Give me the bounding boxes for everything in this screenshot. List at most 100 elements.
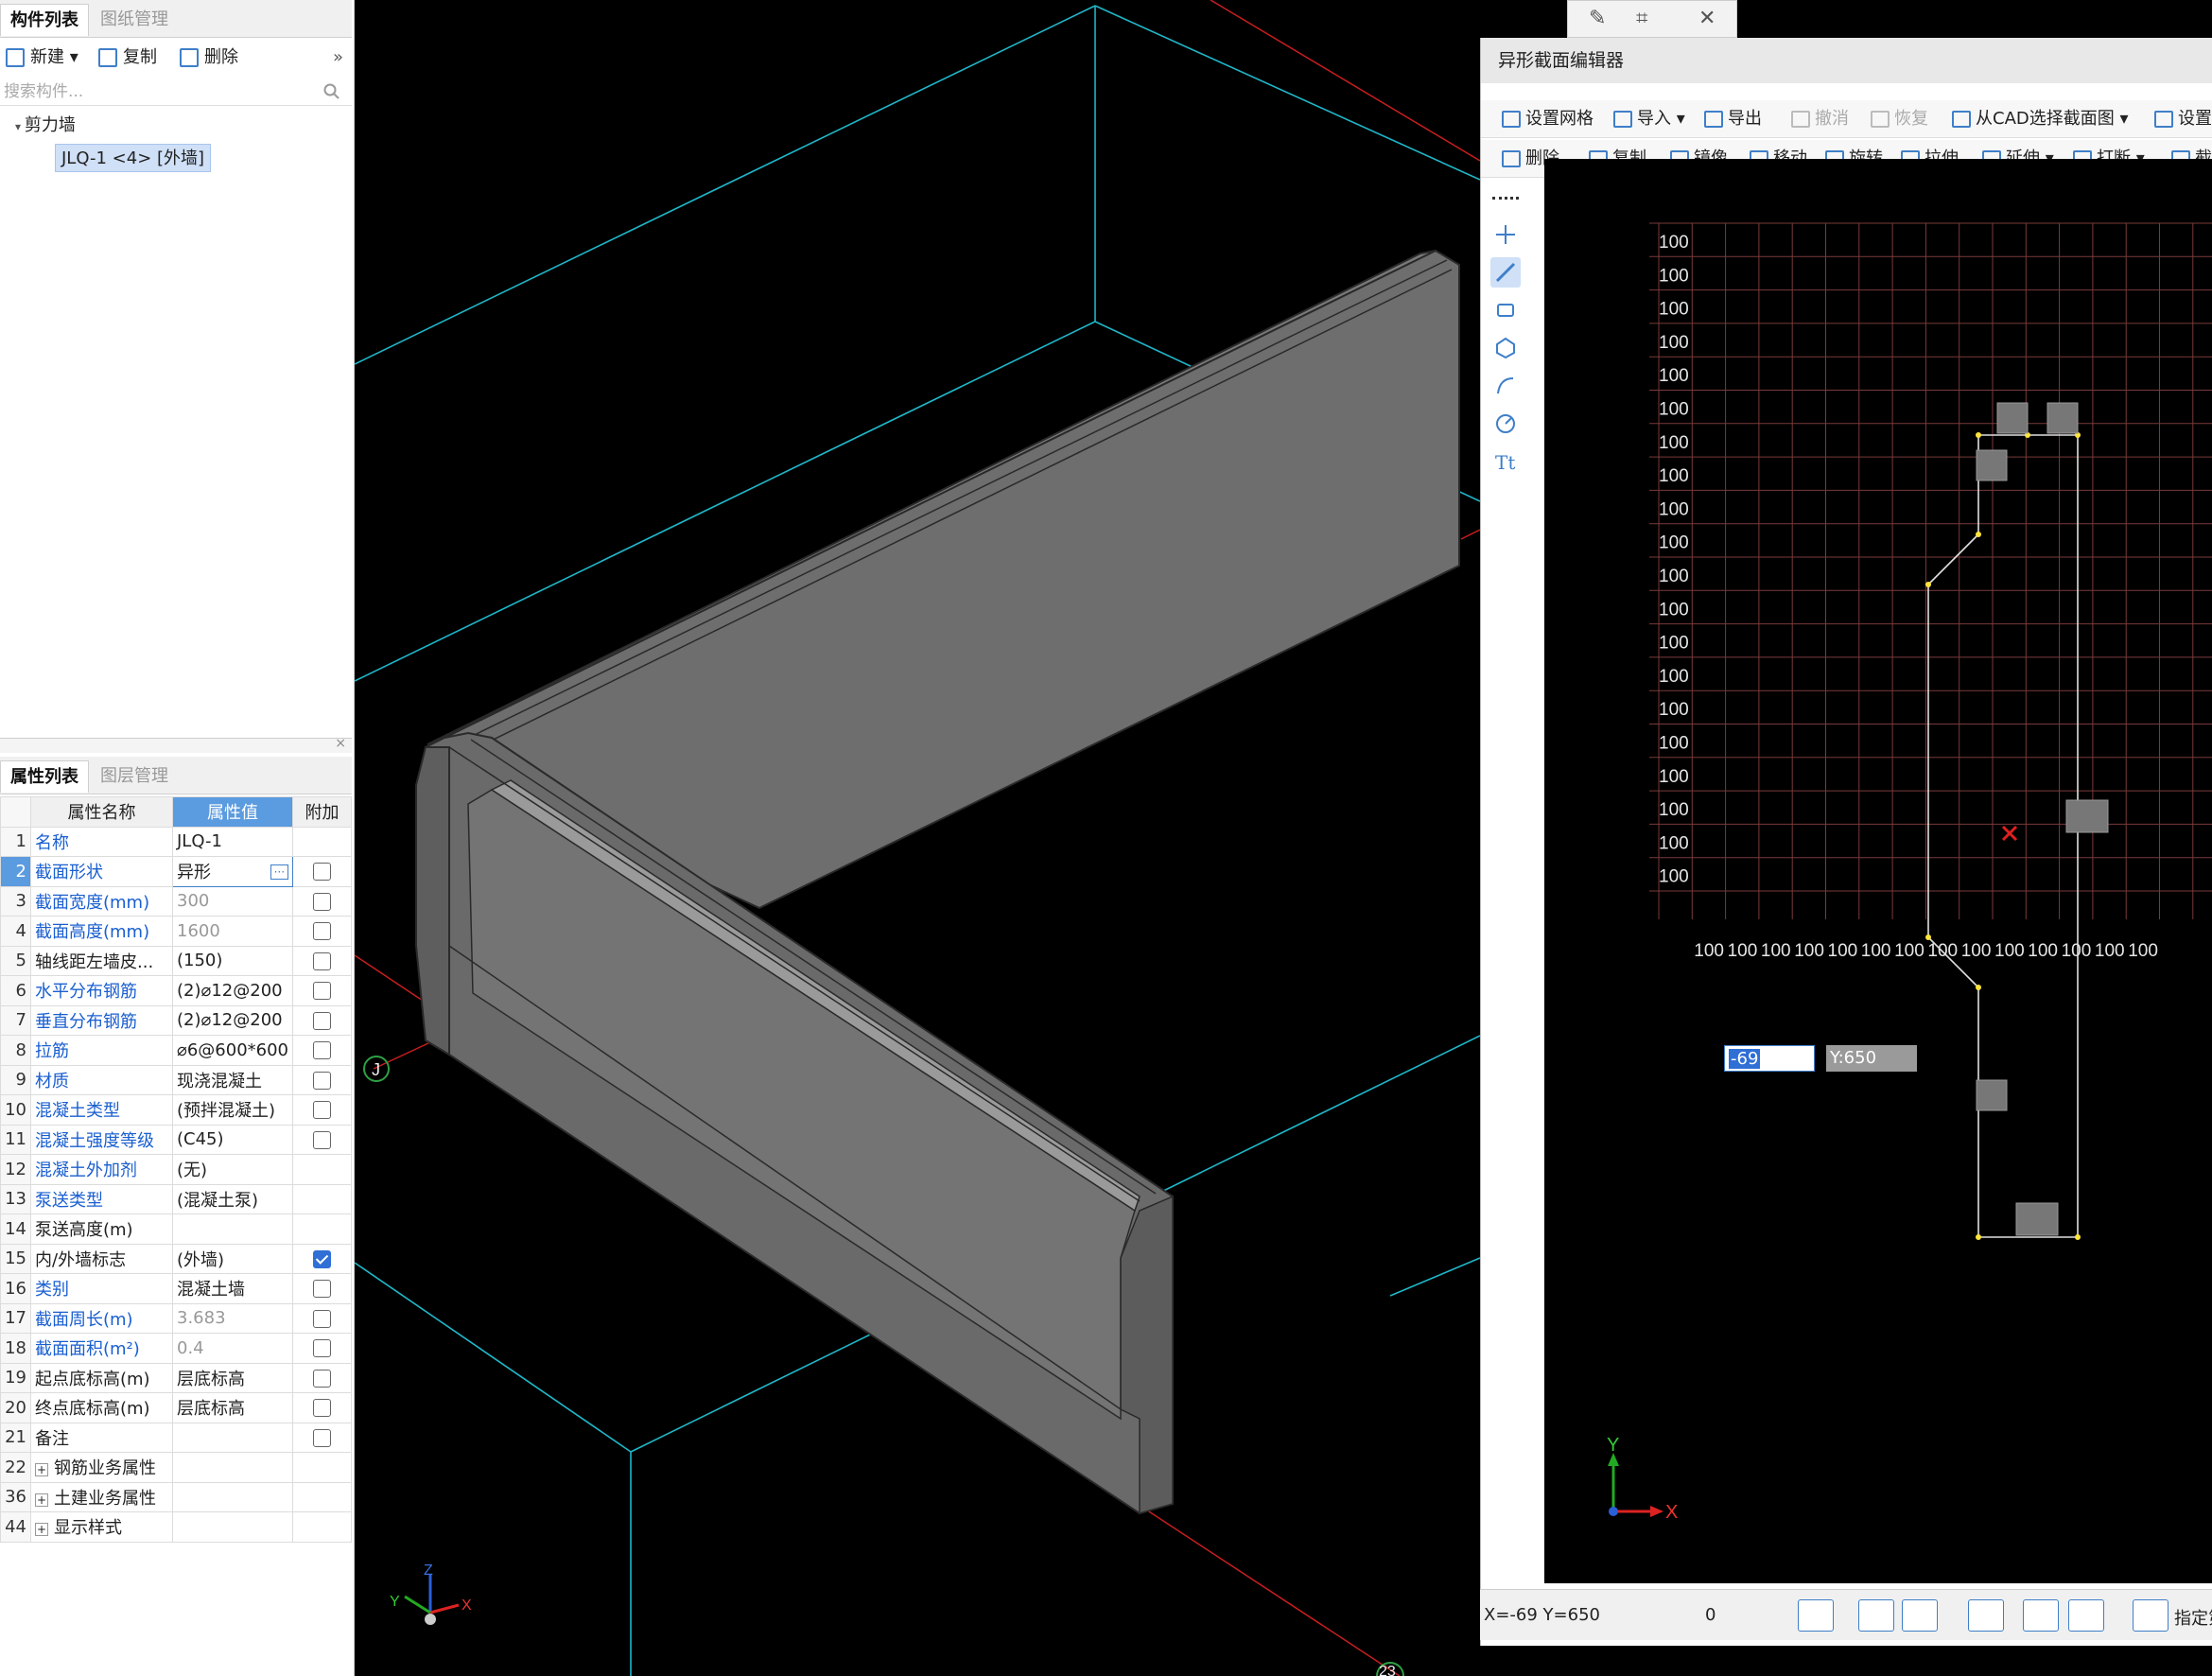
point-tool-icon[interactable] <box>1490 219 1521 250</box>
checkbox[interactable] <box>313 863 332 882</box>
close-icon[interactable]: × <box>335 736 346 751</box>
checkbox[interactable] <box>313 1011 332 1030</box>
property-attach[interactable] <box>292 1362 353 1393</box>
snap-toggle-icon[interactable] <box>1902 1599 1938 1632</box>
ellipsis-button[interactable]: ··· <box>270 864 289 881</box>
checkbox[interactable] <box>313 1280 332 1299</box>
checkbox[interactable] <box>313 1428 332 1447</box>
arc-tool-icon[interactable] <box>1490 371 1521 401</box>
checkbox[interactable] <box>313 951 332 970</box>
property-row[interactable]: 12 混凝土外加剂 (无) <box>0 1154 353 1185</box>
property-value[interactable]: (混凝土泵) <box>171 1183 294 1214</box>
property-row[interactable]: 6 水平分布钢筋 (2)⌀12@200 <box>0 975 353 1006</box>
tab-component-list[interactable]: 构件列表 <box>0 4 89 36</box>
property-row[interactable]: 14 泵送高度(m) <box>0 1213 353 1245</box>
property-attach[interactable] <box>292 1422 353 1453</box>
tab-property-list[interactable]: 属性列表 <box>0 760 89 793</box>
property-row[interactable]: 15 内/外墙标志 (外墙) <box>0 1243 353 1274</box>
checkbox[interactable] <box>313 1041 332 1060</box>
property-row[interactable]: 22 + 钢筋业务属性 <box>0 1452 353 1483</box>
search-icon[interactable] <box>323 83 340 100</box>
checkbox[interactable] <box>313 892 332 911</box>
property-row[interactable]: 20 终点底标高(m) 层底标高 <box>0 1392 353 1423</box>
property-attach[interactable] <box>292 1243 353 1274</box>
property-value[interactable]: (预拌混凝土) <box>171 1094 294 1126</box>
property-row[interactable]: 16 类别 混凝土墙 <box>0 1273 353 1304</box>
property-attach[interactable] <box>292 1064 353 1095</box>
property-value[interactable] <box>171 1422 294 1453</box>
object-snap-icon[interactable] <box>2023 1599 2059 1632</box>
property-row[interactable]: 44 + 显示样式 <box>0 1511 353 1543</box>
property-row[interactable]: 17 截面周长(m) 3.683 <box>0 1302 353 1334</box>
checkbox[interactable] <box>313 982 332 1001</box>
property-value[interactable]: 1600 <box>171 916 294 947</box>
property-value[interactable]: 现浇混凝土 <box>171 1064 294 1095</box>
property-row[interactable]: 7 垂直分布钢筋 (2)⌀12@200 <box>0 1004 353 1036</box>
property-attach[interactable] <box>292 975 353 1006</box>
property-value[interactable] <box>171 1213 294 1245</box>
property-row[interactable]: 21 备注 <box>0 1422 353 1453</box>
property-attach[interactable] <box>292 1094 353 1126</box>
property-value[interactable]: (无) <box>171 1154 294 1185</box>
checkbox[interactable] <box>313 1399 332 1418</box>
checkbox[interactable] <box>313 1339 332 1358</box>
hint-bulb-icon[interactable] <box>2133 1599 2168 1632</box>
copy-button[interactable]: 复制 <box>98 42 157 74</box>
tree-item-jlq-1[interactable]: JLQ-1 <4> [外墙] <box>55 144 212 172</box>
property-row[interactable]: 18 截面面积(m²) 0.4 <box>0 1333 353 1364</box>
checkbox[interactable] <box>313 922 332 941</box>
property-attach[interactable] <box>292 1273 353 1304</box>
set-grid-button[interactable]: 设置网格 <box>1502 100 1594 138</box>
text-tool-icon[interactable]: Tt <box>1490 446 1521 477</box>
property-value[interactable] <box>171 1481 294 1512</box>
more-button[interactable]: » <box>333 42 343 74</box>
tab-layer-management[interactable]: 图层管理 <box>91 760 178 793</box>
property-row[interactable]: 36 + 土建业务属性 <box>0 1481 353 1512</box>
property-row[interactable]: 10 混凝土类型 (预拌混凝土) <box>0 1094 353 1126</box>
tree-category[interactable]: ▾ 剪力墙 <box>15 112 76 136</box>
delete-button[interactable]: 删除 <box>180 42 238 74</box>
section-canvas[interactable]: 1001001001001001001001001001001001001001… <box>1544 159 2212 1583</box>
edit-icon[interactable]: ✎ <box>1589 7 1606 30</box>
checkbox-checked[interactable] <box>313 1249 332 1268</box>
property-value[interactable]: ⌀6@600*600 <box>171 1035 294 1066</box>
expand-icon[interactable]: + <box>35 1523 48 1537</box>
checkbox[interactable] <box>313 1101 332 1120</box>
grid-toggle-icon[interactable] <box>1798 1599 1834 1632</box>
property-row[interactable]: 8 拉筋 ⌀6@600*600 <box>0 1035 353 1066</box>
checkbox[interactable] <box>313 1130 332 1149</box>
property-attach[interactable] <box>292 1124 353 1155</box>
import-button[interactable]: 导入 ▾ <box>1613 100 1685 138</box>
property-value[interactable]: (2)⌀12@200 <box>171 1004 294 1036</box>
property-row[interactable]: 4 截面高度(mm) 1600 <box>0 916 353 947</box>
checkbox[interactable] <box>313 1309 332 1328</box>
checkbox[interactable] <box>313 1071 332 1090</box>
property-attach[interactable] <box>292 885 353 917</box>
line-tool-icon[interactable] <box>1490 257 1521 288</box>
property-value[interactable]: 300 <box>171 885 294 917</box>
property-attach[interactable] <box>292 1004 353 1036</box>
property-attach[interactable] <box>292 1035 353 1066</box>
circle-tool-icon[interactable] <box>1490 409 1521 439</box>
property-attach[interactable] <box>292 916 353 947</box>
property-value[interactable]: 异形 ··· <box>171 856 294 887</box>
checkbox[interactable] <box>313 1369 332 1388</box>
property-attach[interactable] <box>292 1333 353 1364</box>
collapse-arrow-icon[interactable]: ▾ <box>15 120 25 133</box>
settings-button[interactable]: 设置 <box>2154 100 2212 138</box>
property-row[interactable]: 13 泵送类型 (混凝土泵) <box>0 1183 353 1214</box>
property-row[interactable]: 11 混凝土强度等级 (C45) <box>0 1124 353 1155</box>
redo-button[interactable]: 恢复 <box>1871 100 1928 138</box>
new-button[interactable]: 新建 ▾ <box>6 42 78 74</box>
component-search-input[interactable]: 搜索构件... <box>0 78 352 106</box>
scan-icon[interactable]: ⌗ <box>1636 7 1647 30</box>
property-attach[interactable] <box>292 945 353 976</box>
3d-viewport[interactable]: J 23 Z X Y <box>355 0 1480 1676</box>
export-button[interactable]: 导出 <box>1704 100 1762 138</box>
property-row[interactable]: 2 截面形状 异形 ··· <box>0 856 353 887</box>
property-row[interactable]: 1 名称 JLQ-1 <box>0 826 353 857</box>
property-value[interactable]: (C45) <box>171 1124 294 1155</box>
coord-y-input[interactable]: Y:650 <box>1826 1045 1917 1072</box>
tab-drawing-management[interactable]: 图纸管理 <box>91 4 178 36</box>
property-value[interactable]: 0.4 <box>171 1333 294 1364</box>
